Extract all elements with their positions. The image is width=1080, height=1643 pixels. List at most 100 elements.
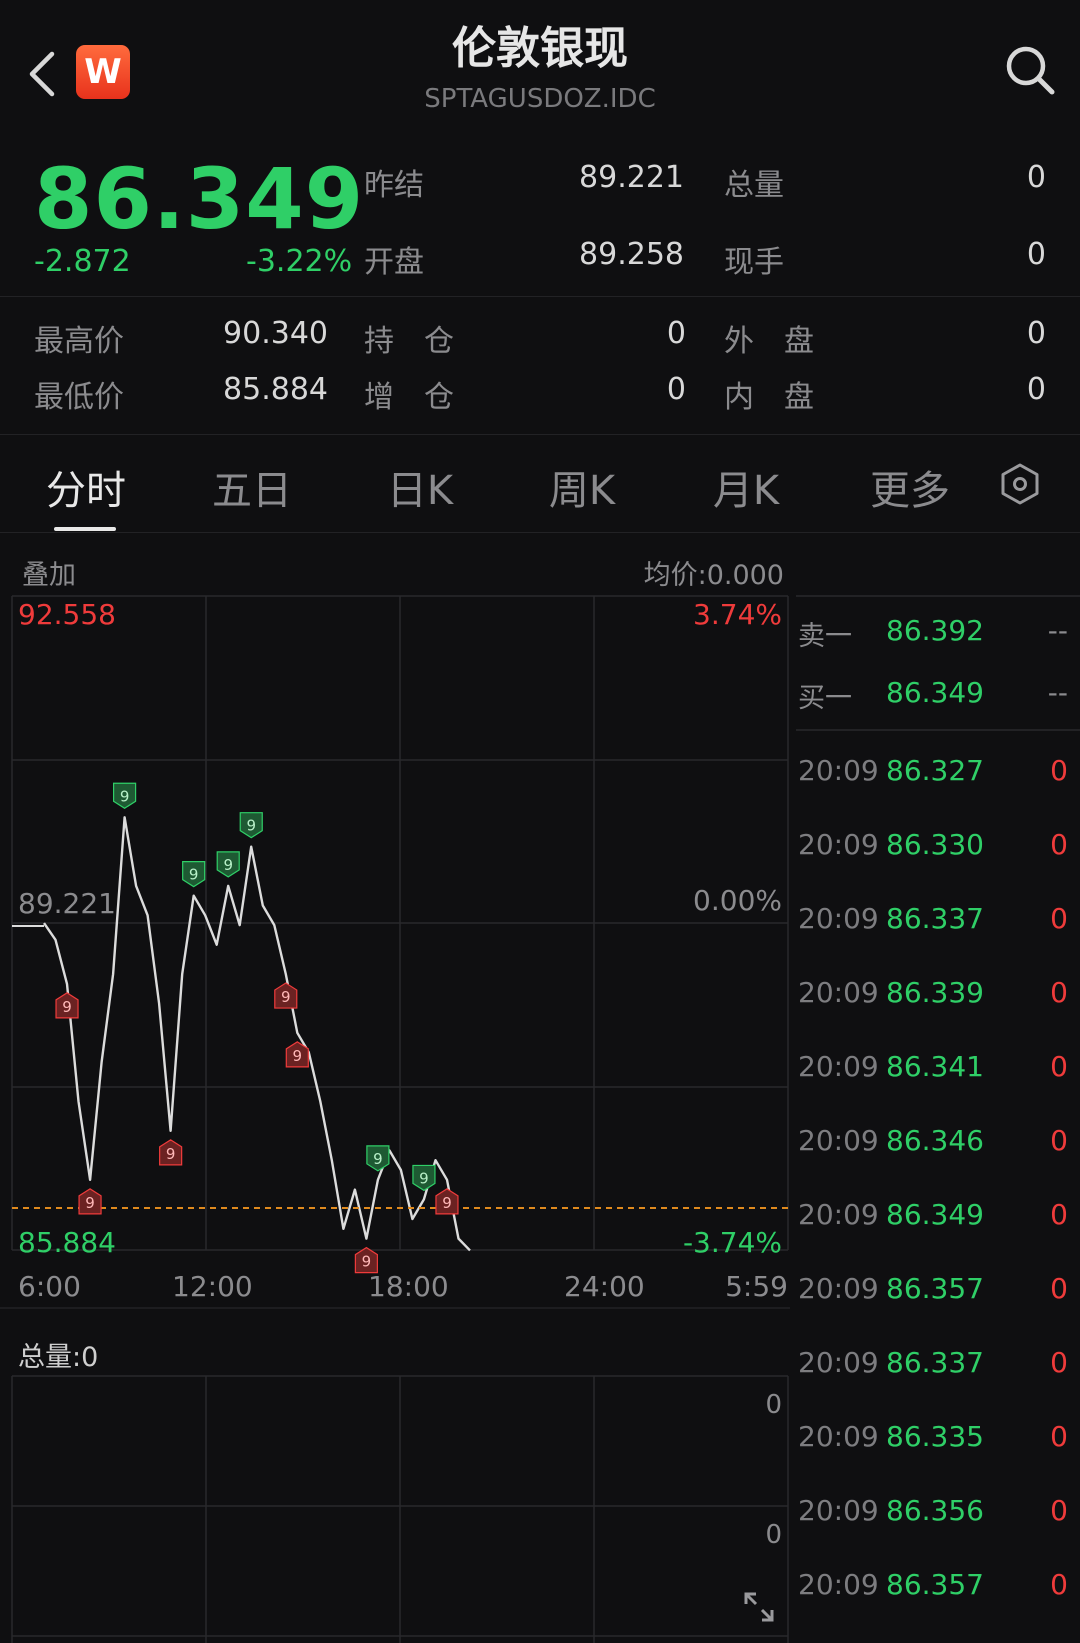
- active-tab-indicator: [54, 527, 116, 531]
- signal-marker-label: 9: [62, 998, 72, 1016]
- buy-signal-marker: 9: [274, 982, 298, 1009]
- tick-time: 20:09: [798, 828, 879, 861]
- signal-markers: 9999999999999: [55, 782, 459, 1274]
- tick-vol: 0: [1050, 1272, 1068, 1305]
- tick-vol: 0: [1050, 1050, 1068, 1083]
- bid-price: 86.349: [886, 676, 984, 709]
- buy-signal-marker: 9: [55, 992, 79, 1019]
- total-volume-value: 0: [1026, 160, 1046, 195]
- x-tick: 6:00: [18, 1270, 81, 1303]
- tick-time: 20:09: [798, 754, 879, 787]
- oi-change-label: 增 仓: [364, 380, 454, 415]
- tick-time: 20:09: [798, 1346, 879, 1379]
- signal-marker-label: 9: [189, 866, 199, 884]
- tick-vol: 0: [1050, 1346, 1068, 1379]
- signal-marker-label: 9: [120, 787, 130, 805]
- signal-marker-label: 9: [246, 817, 256, 835]
- signal-marker-label: 9: [281, 988, 291, 1006]
- bid-label: 买一: [798, 683, 852, 714]
- low-label: 最低价: [34, 380, 124, 415]
- tick-vol: 0: [1050, 1420, 1068, 1453]
- tick-time: 20:09: [798, 976, 879, 1009]
- divider: [0, 296, 1080, 297]
- sell-signal-marker: 9: [182, 861, 206, 888]
- page-title: 伦敦银现: [452, 23, 628, 74]
- tick-vol: 0: [1050, 1568, 1068, 1601]
- expand-icon[interactable]: [742, 1590, 776, 1624]
- app-logo: W: [76, 45, 130, 99]
- oi-change-value: 0: [666, 372, 686, 407]
- sell-signal-marker: 9: [239, 812, 263, 839]
- back-arrow-icon[interactable]: [24, 48, 64, 100]
- open-interest-label: 持 仓: [364, 324, 454, 359]
- tick-price: 86.330: [886, 828, 984, 861]
- signal-marker-label: 9: [362, 1253, 372, 1271]
- sell-signal-marker: 9: [216, 851, 240, 878]
- intraday-chart: 9999999999999: [0, 595, 1080, 1643]
- pct-axis-mid-label: 0.00%: [693, 884, 782, 917]
- buy-signal-marker: 9: [354, 1246, 378, 1274]
- tick-price: 86.357: [886, 1568, 984, 1601]
- volume-total-label: 总量:0: [18, 1342, 99, 1373]
- tab-daily-k[interactable]: 日K: [360, 458, 480, 516]
- tick-time: 20:09: [798, 1494, 879, 1527]
- tick-time: 20:09: [798, 1124, 879, 1157]
- tick-price: 86.341: [886, 1050, 984, 1083]
- signal-marker-label: 9: [85, 1194, 95, 1212]
- outer-label: 外 盘: [724, 324, 814, 359]
- signal-marker-label: 9: [223, 856, 233, 874]
- x-tick: 24:00: [564, 1270, 645, 1303]
- y-axis-top-label: 92.558: [18, 598, 116, 631]
- x-tick: 5:59: [725, 1270, 788, 1303]
- pct-axis-top-label: 3.74%: [693, 598, 782, 631]
- open-value: 89.258: [579, 237, 684, 272]
- tick-price: 86.357: [886, 1272, 984, 1305]
- y-axis-bottom-label: 85.884: [18, 1226, 116, 1259]
- tick-time: 20:09: [798, 1272, 879, 1305]
- search-icon[interactable]: [1004, 44, 1058, 98]
- tab-monthly-k[interactable]: 月K: [686, 458, 806, 516]
- prev-settle-label: 昨结: [364, 168, 424, 203]
- tick-vol: 0: [1050, 1198, 1068, 1231]
- sell-signal-marker: 9: [112, 782, 137, 809]
- low-value: 85.884: [223, 372, 328, 407]
- ask-price: 86.392: [886, 614, 984, 647]
- settings-hexagon-icon[interactable]: [998, 462, 1042, 506]
- price-change-pct: -3.22%: [246, 244, 353, 279]
- tick-price: 86.356: [886, 1494, 984, 1527]
- tick-time: 20:09: [798, 1050, 879, 1083]
- last-price: 86.349: [34, 150, 365, 248]
- total-volume-label: 总量: [724, 168, 784, 203]
- inner-value: 0: [1026, 372, 1046, 407]
- y-axis-mid-label: 89.221: [18, 887, 116, 920]
- bid-volume: --: [1047, 676, 1068, 709]
- tab-weekly-k[interactable]: 周K: [522, 458, 642, 516]
- symbol-code: SPTAGUSDOZ.IDC: [424, 84, 656, 114]
- tab-more[interactable]: 更多: [850, 458, 970, 516]
- current-hand-label: 现手: [724, 245, 784, 280]
- volume-axis-label: 0: [765, 1390, 782, 1420]
- volume-axis-label: 0: [765, 1520, 782, 1550]
- signal-marker-label: 9: [442, 1194, 452, 1212]
- tick-time: 20:09: [798, 1198, 879, 1231]
- tick-price: 86.327: [886, 754, 984, 787]
- tick-price: 86.346: [886, 1124, 984, 1157]
- outer-value: 0: [1026, 316, 1046, 351]
- x-tick: 18:00: [368, 1270, 449, 1303]
- tick-vol: 0: [1050, 1494, 1068, 1527]
- open-label: 开盘: [364, 245, 424, 280]
- pct-axis-bottom-label: -3.74%: [682, 1226, 782, 1259]
- signal-marker-label: 9: [373, 1150, 383, 1168]
- tab-intraday[interactable]: 分时: [26, 458, 146, 516]
- inner-label: 内 盘: [724, 380, 814, 415]
- sell-signal-marker: 9: [366, 1145, 390, 1172]
- buy-signal-marker: 9: [435, 1188, 459, 1215]
- high-value: 90.340: [223, 316, 328, 351]
- price-line: [43, 816, 471, 1252]
- tab-five-day[interactable]: 五日: [192, 458, 312, 516]
- buy-signal-marker: 9: [78, 1188, 102, 1215]
- signal-marker-label: 9: [419, 1169, 429, 1187]
- open-interest-value: 0: [666, 316, 686, 351]
- sell-signal-marker: 9: [412, 1164, 436, 1192]
- tick-vol: 0: [1050, 828, 1068, 861]
